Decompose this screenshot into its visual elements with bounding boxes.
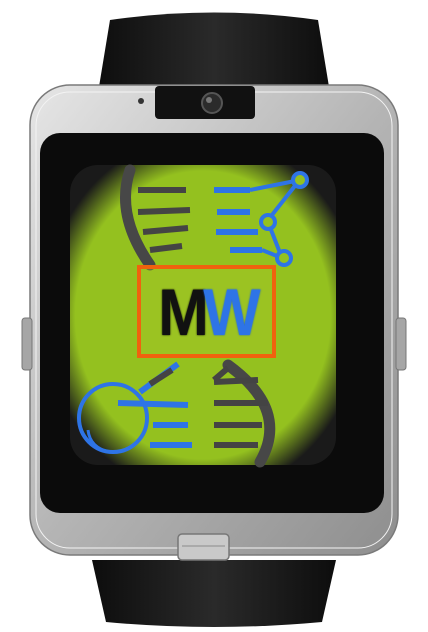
- logo-letter-m: M: [158, 274, 209, 349]
- side-button-left: [21, 317, 33, 371]
- camera-sensor: [138, 98, 144, 104]
- camera-lens: [201, 92, 223, 114]
- strap-bottom: [92, 560, 336, 627]
- side-button-right: [395, 317, 407, 371]
- logo-text: MW: [158, 279, 260, 345]
- logo-letter-w: W: [203, 274, 260, 349]
- logo-frame: MW: [137, 265, 276, 358]
- home-button: [177, 533, 230, 561]
